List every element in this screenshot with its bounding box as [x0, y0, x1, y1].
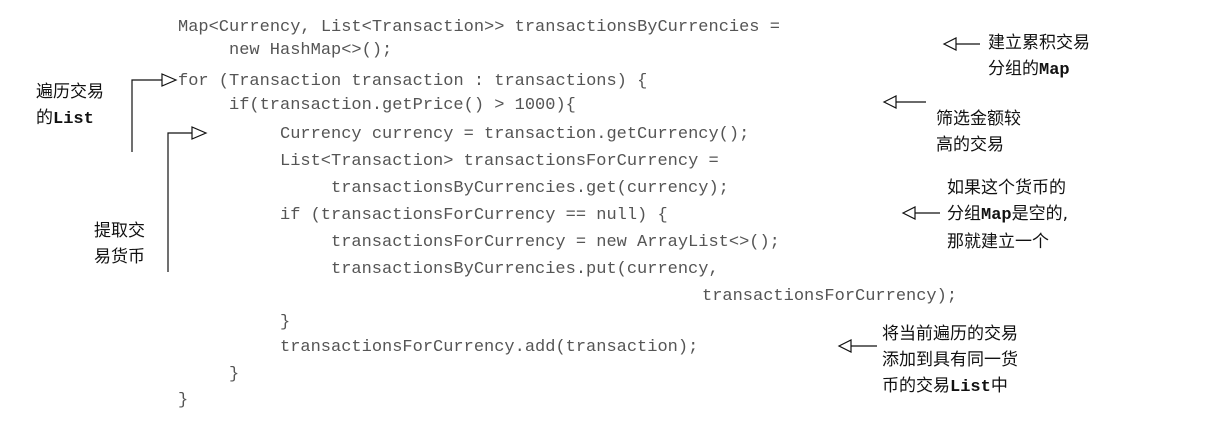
- annotation-empty-map-line1: 如果这个货币的: [947, 178, 1066, 198]
- arrow-iterate-list: [131, 73, 178, 152]
- annotation-empty-map-line3: 那就建立一个: [947, 232, 1049, 252]
- annotation-filter-line1: 筛选金额较: [936, 109, 1021, 129]
- annotation-iterate-list: 遍历交易 的List: [36, 79, 104, 133]
- arrow-filter: [882, 95, 926, 109]
- annotation-add-transaction-line2: 添加到具有同一货: [882, 350, 1018, 370]
- annotation-extract-currency-line1: 提取交: [94, 221, 145, 241]
- annotation-add-transaction: 将当前遍历的交易 添加到具有同一货 币的交易List中: [882, 321, 1018, 401]
- annotation-empty-map: 如果这个货币的 分组Map是空的, 那就建立一个: [947, 175, 1068, 255]
- annotation-add-transaction-line1: 将当前遍历的交易: [882, 324, 1018, 344]
- arrow-add-transaction: [837, 339, 877, 353]
- annotation-filter: 筛选金额较 高的交易: [936, 106, 1021, 158]
- arrow-empty-map: [901, 206, 940, 220]
- annotation-extract-currency: 提取交 易货币: [94, 218, 145, 270]
- annotation-empty-map-line2: 分组Map是空的,: [947, 204, 1069, 225]
- code-annotation-diagram: Map<Currency, List<Transaction>> transac…: [0, 0, 1220, 421]
- annotation-add-transaction-line3: 币的交易List中: [882, 376, 1008, 397]
- annotation-iterate-list-line2: 的List: [36, 108, 94, 129]
- arrow-extract-currency: [167, 126, 208, 272]
- annotation-create-map-line2: 分组的Map: [988, 59, 1070, 80]
- annotation-create-map: 建立累积交易 分组的Map: [988, 30, 1090, 84]
- annotation-extract-currency-line2: 易货币: [94, 247, 145, 267]
- annotation-iterate-list-line1: 遍历交易: [36, 82, 104, 102]
- annotation-create-map-line1: 建立累积交易: [988, 33, 1090, 53]
- annotation-filter-line2: 高的交易: [936, 135, 1004, 155]
- arrow-create-map: [942, 37, 980, 51]
